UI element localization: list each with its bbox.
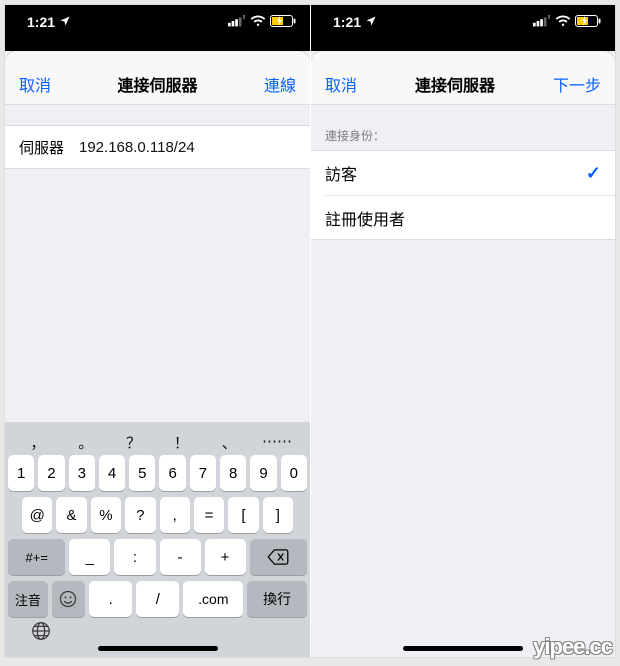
key-input-mode[interactable]: 注音 bbox=[8, 581, 48, 617]
home-indicator[interactable] bbox=[98, 646, 218, 651]
battery-charging-icon bbox=[575, 14, 601, 30]
key-period[interactable]: . bbox=[89, 581, 132, 617]
key-equals[interactable]: = bbox=[194, 497, 224, 533]
wifi-icon bbox=[250, 14, 266, 30]
next-button[interactable]: 下一步 bbox=[553, 72, 601, 96]
key-percent[interactable]: % bbox=[91, 497, 121, 533]
checkmark-icon: ✓ bbox=[586, 163, 601, 184]
option-label: 訪客 bbox=[325, 161, 357, 185]
key-colon[interactable]: : bbox=[114, 539, 155, 575]
watermark: yipee.cc bbox=[533, 634, 612, 660]
punct-key[interactable]: ！ bbox=[158, 432, 204, 453]
key-5[interactable]: 5 bbox=[129, 455, 155, 491]
key-4[interactable]: 4 bbox=[99, 455, 125, 491]
server-input[interactable]: 192.168.0.118/24 bbox=[79, 139, 195, 156]
wifi-icon bbox=[555, 14, 571, 30]
key-comma[interactable]: , bbox=[160, 497, 190, 533]
svg-text:!: ! bbox=[243, 15, 245, 21]
key-minus[interactable]: - bbox=[160, 539, 201, 575]
nav-title: 連接伺服器 bbox=[415, 72, 495, 96]
key-lbracket[interactable]: [ bbox=[228, 497, 258, 533]
location-icon bbox=[365, 15, 377, 30]
option-label: 註冊使用者 bbox=[325, 206, 405, 230]
key-7[interactable]: 7 bbox=[190, 455, 216, 491]
key-underscore[interactable]: _ bbox=[69, 539, 110, 575]
key-slash[interactable]: / bbox=[136, 581, 179, 617]
cancel-button[interactable]: 取消 bbox=[325, 72, 357, 96]
identity-option-list: 訪客 ✓ 註冊使用者 bbox=[311, 150, 615, 240]
key-backspace[interactable] bbox=[250, 539, 307, 575]
key-dotcom[interactable]: .com bbox=[183, 581, 243, 617]
status-time: 1:21 bbox=[333, 14, 361, 30]
key-6[interactable]: 6 bbox=[159, 455, 185, 491]
battery-charging-icon bbox=[270, 14, 296, 30]
punct-key[interactable]: ， bbox=[15, 432, 61, 453]
connect-button[interactable]: 連線 bbox=[264, 72, 296, 96]
globe-icon[interactable] bbox=[30, 620, 52, 647]
key-0[interactable]: 0 bbox=[281, 455, 307, 491]
key-return[interactable]: 換行 bbox=[247, 581, 307, 617]
identity-option-guest[interactable]: 訪客 ✓ bbox=[311, 151, 615, 195]
key-question[interactable]: ? bbox=[125, 497, 155, 533]
cellular-icon: ! bbox=[228, 14, 246, 30]
server-label: 伺服器 bbox=[19, 137, 79, 158]
home-indicator[interactable] bbox=[403, 646, 523, 651]
key-at[interactable]: @ bbox=[22, 497, 52, 533]
nav-title: 連接伺服器 bbox=[117, 72, 197, 96]
punct-key[interactable]: ⋯⋯ bbox=[254, 432, 300, 453]
identity-option-registered[interactable]: 註冊使用者 bbox=[325, 195, 615, 239]
nav-bar: 取消 連接伺服器 下一步 bbox=[311, 63, 615, 105]
key-plus[interactable]: + bbox=[205, 539, 246, 575]
cellular-icon: ! bbox=[533, 14, 551, 30]
punct-key[interactable]: 。 bbox=[63, 432, 109, 453]
key-8[interactable]: 8 bbox=[220, 455, 246, 491]
key-3[interactable]: 3 bbox=[69, 455, 95, 491]
server-form-group: 伺服器 192.168.0.118/24 bbox=[5, 125, 310, 169]
location-icon bbox=[59, 15, 71, 30]
key-shift-symbols[interactable]: #+= bbox=[8, 539, 65, 575]
keyboard-suggestion-row[interactable]: ， 。 ？ ！ 、 ⋯⋯ bbox=[8, 426, 307, 455]
key-2[interactable]: 2 bbox=[38, 455, 64, 491]
punct-key[interactable]: 、 bbox=[206, 432, 252, 453]
key-9[interactable]: 9 bbox=[250, 455, 276, 491]
punct-key[interactable]: ？ bbox=[111, 432, 157, 453]
key-rbracket[interactable]: ] bbox=[263, 497, 293, 533]
section-header-identity: 連接身份： bbox=[311, 105, 615, 150]
status-time: 1:21 bbox=[27, 14, 55, 30]
key-amp[interactable]: & bbox=[56, 497, 86, 533]
key-emoji[interactable] bbox=[52, 581, 85, 617]
key-1[interactable]: 1 bbox=[8, 455, 34, 491]
cancel-button[interactable]: 取消 bbox=[19, 72, 51, 96]
svg-text:!: ! bbox=[548, 15, 550, 21]
status-bar: 1:21 ! bbox=[311, 5, 615, 41]
status-bar: 1:21 ! bbox=[5, 5, 310, 41]
keyboard[interactable]: ， 。 ？ ！ 、 ⋯⋯ 1 2 3 4 5 6 7 8 9 0 bbox=[5, 422, 310, 657]
nav-bar: 取消 連接伺服器 連線 bbox=[5, 63, 310, 105]
